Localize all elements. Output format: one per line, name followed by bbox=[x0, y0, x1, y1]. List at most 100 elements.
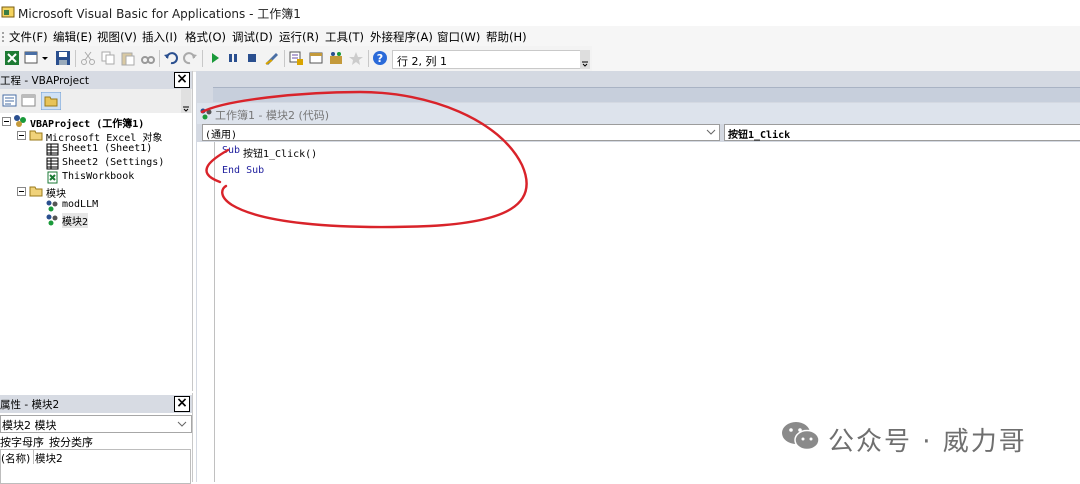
properties-tabs: 按字母序 按分类序 bbox=[0, 433, 192, 449]
menu-edit[interactable]: 编辑(E) bbox=[53, 29, 92, 45]
project-explorer-toolbar bbox=[0, 89, 192, 113]
menu-format[interactable]: 格式(O) bbox=[185, 29, 226, 45]
help-icon[interactable]: ? bbox=[372, 50, 388, 66]
window-title: Microsoft Visual Basic for Applications … bbox=[18, 7, 301, 21]
insert-userform-icon[interactable] bbox=[24, 50, 40, 66]
code-sub-signature: 按钮1_Click() bbox=[243, 149, 318, 160]
menu-run[interactable]: 运行(R) bbox=[279, 29, 319, 45]
properties-grid: (名称) 模块2 bbox=[0, 449, 191, 484]
wechat-logo-icon bbox=[782, 422, 820, 451]
design-mode-icon[interactable] bbox=[264, 50, 280, 66]
folder-open-icon bbox=[29, 130, 43, 141]
toolbar-options-icon[interactable] bbox=[580, 50, 590, 69]
tree-module-modllm[interactable]: modLLM bbox=[62, 199, 98, 210]
project-explorer-header: 工程 - VBAProject × bbox=[0, 71, 192, 89]
code-keyword-sub: Sub bbox=[222, 145, 241, 156]
excel-view-icon[interactable] bbox=[4, 50, 20, 66]
copy-icon[interactable] bbox=[100, 50, 116, 66]
tree-modules-folder[interactable]: 模块 bbox=[46, 185, 66, 200]
menu-tools[interactable]: 工具(T) bbox=[325, 29, 364, 45]
toolbar-separator bbox=[284, 50, 285, 67]
worksheet-icon bbox=[46, 157, 59, 170]
object-combobox[interactable]: (通用) bbox=[202, 124, 720, 141]
toggle-folders-icon[interactable] bbox=[41, 92, 61, 110]
vba-project-icon bbox=[14, 115, 26, 127]
collapse-icon[interactable] bbox=[2, 117, 11, 126]
collapse-icon[interactable] bbox=[17, 131, 26, 140]
run-icon[interactable] bbox=[207, 50, 223, 66]
object-browser-icon[interactable] bbox=[328, 50, 344, 66]
tree-sheet2[interactable]: Sheet2 (Settings) bbox=[62, 157, 164, 168]
cursor-position-indicator: 行 2, 列 1 bbox=[392, 50, 583, 69]
workbook-icon bbox=[47, 171, 58, 184]
module-icon bbox=[46, 200, 58, 212]
menu-debug[interactable]: 调试(D) bbox=[232, 29, 273, 45]
toolbar-separator bbox=[75, 50, 76, 67]
property-name-value[interactable]: 模块2 bbox=[35, 451, 63, 466]
watermark-text: 公众号 · 威力哥 bbox=[828, 427, 1027, 457]
project-explorer-icon[interactable] bbox=[288, 50, 304, 66]
properties-selected-object: 模块2 模块 bbox=[2, 419, 57, 432]
toolbar-separator bbox=[159, 50, 160, 67]
object-combobox-value: (通用) bbox=[205, 130, 238, 141]
reset-icon[interactable] bbox=[244, 50, 260, 66]
menu-insert[interactable]: 插入(I) bbox=[142, 29, 177, 45]
title-bar: Microsoft Visual Basic for Applications … bbox=[0, 0, 1080, 26]
paste-icon[interactable] bbox=[120, 50, 136, 66]
vba-app-icon bbox=[1, 6, 15, 18]
tree-thisworkbook[interactable]: ThisWorkbook bbox=[62, 171, 134, 182]
tab-categorized[interactable]: 按分类序 bbox=[49, 434, 93, 450]
tree-excel-objects-folder[interactable]: Microsoft Excel 对象 bbox=[46, 129, 162, 144]
module-icon bbox=[200, 108, 212, 120]
module-icon bbox=[46, 214, 58, 226]
menu-addins[interactable]: 外接程序(A) bbox=[370, 29, 433, 45]
find-icon[interactable] bbox=[140, 50, 156, 66]
menu-help[interactable]: 帮助(H) bbox=[486, 29, 527, 45]
code-margin bbox=[197, 142, 214, 482]
properties-window-icon[interactable] bbox=[308, 50, 324, 66]
code-window-title: 工作簿1 - 模块2 (代码) bbox=[215, 109, 330, 122]
undo-icon[interactable] bbox=[163, 50, 179, 66]
save-icon[interactable] bbox=[55, 50, 71, 66]
view-object-icon[interactable] bbox=[21, 93, 36, 108]
properties-object-select[interactable]: 模块2 模块 bbox=[0, 415, 192, 433]
svg-text:?: ? bbox=[377, 52, 383, 65]
project-explorer-title: 工程 - VBAProject bbox=[0, 75, 89, 87]
menu-window[interactable]: 窗口(W) bbox=[437, 29, 480, 45]
toolbox-icon[interactable] bbox=[348, 50, 364, 66]
code-window-titlebar: 工作簿1 - 模块2 (代码) bbox=[197, 103, 1080, 124]
tree-project-root[interactable]: VBAProject (工作簿1) bbox=[30, 115, 144, 130]
code-end-sub: End Sub bbox=[222, 165, 265, 176]
close-icon[interactable]: × bbox=[174, 72, 190, 88]
cursor-position-text: 行 2, 列 1 bbox=[397, 55, 447, 68]
close-icon[interactable]: × bbox=[174, 396, 190, 412]
folder-open-icon bbox=[29, 186, 43, 197]
redo-icon[interactable] bbox=[182, 50, 198, 66]
grid-divider bbox=[33, 450, 34, 464]
collapse-icon[interactable] bbox=[17, 187, 26, 196]
chevron-down-icon bbox=[177, 421, 187, 427]
toolbar-empty-area bbox=[592, 46, 1080, 71]
dropdown-arrow-icon[interactable] bbox=[40, 50, 50, 66]
tree-module-2[interactable]: 模块2 bbox=[62, 213, 89, 228]
scroll-arrow-icon[interactable] bbox=[181, 89, 191, 113]
procedure-combobox-value: 按钮1_Click bbox=[728, 130, 791, 141]
toolbar-separator bbox=[368, 50, 369, 67]
menu-bar: 文件(F) 编辑(E) 视图(V) 插入(I) 格式(O) 调试(D) 运行(R… bbox=[0, 26, 1080, 46]
worksheet-icon bbox=[46, 143, 59, 156]
property-name-label: (名称) bbox=[1, 453, 31, 465]
properties-header: 属性 - 模块2 × bbox=[0, 395, 192, 413]
menu-file[interactable]: 文件(F) bbox=[9, 29, 48, 45]
chevron-down-icon bbox=[706, 129, 716, 135]
menu-grip-icon bbox=[2, 32, 4, 42]
background-code-window[interactable] bbox=[213, 87, 1080, 102]
break-icon[interactable] bbox=[225, 50, 241, 66]
cut-icon[interactable] bbox=[80, 50, 96, 66]
tab-alphabetic[interactable]: 按字母序 bbox=[0, 434, 44, 450]
procedure-combobox[interactable]: 按钮1_Click bbox=[724, 124, 1080, 141]
view-code-icon[interactable] bbox=[2, 93, 17, 108]
tree-sheet1[interactable]: Sheet1 (Sheet1) bbox=[62, 143, 152, 154]
toolbar-separator bbox=[202, 50, 203, 67]
menu-view[interactable]: 视图(V) bbox=[97, 29, 137, 45]
properties-title: 属性 - 模块2 bbox=[0, 399, 60, 411]
